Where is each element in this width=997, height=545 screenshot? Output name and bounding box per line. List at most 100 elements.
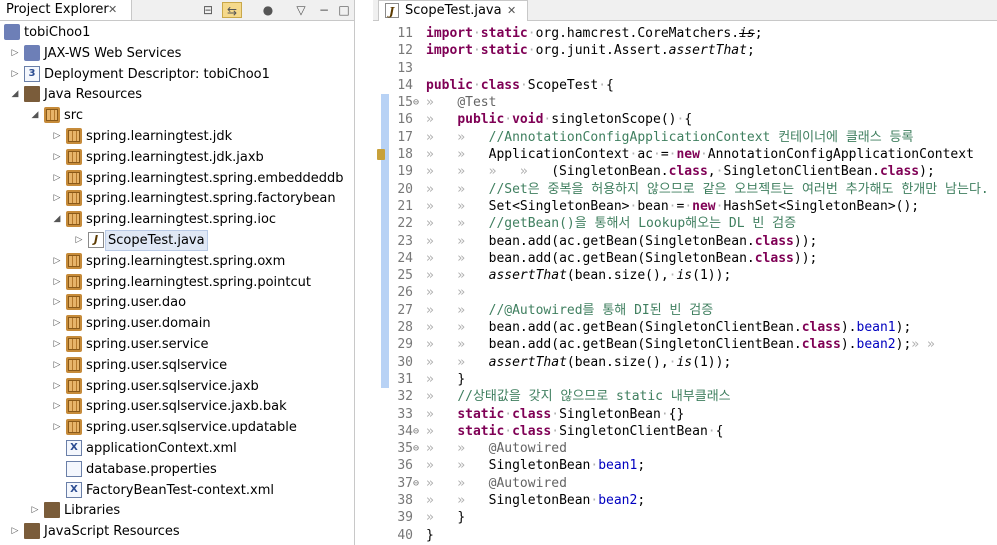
code-line: 24 » » bean.add(ac.getBean(SingletonBean.… [373,249,997,268]
line-number: 23 [397,233,413,249]
tree-item-label: spring.user.service [86,336,209,352]
tree-item[interactable]: ▷ spring.user.dao [0,292,354,313]
expand-icon[interactable]: ▷ [74,230,84,251]
tree-item-label: ScopeTest.java [105,229,208,251]
tree-item[interactable]: ▷ Libraries [0,500,354,521]
expand-icon[interactable]: ▷ [52,376,62,397]
expand-icon[interactable]: ▷ [52,188,62,209]
pkg-icon [66,273,82,290]
expand-icon[interactable]: ▷ [10,43,20,64]
tree-item[interactable]: XapplicationContext.xml [0,438,354,459]
collapse-all-icon[interactable]: ⊟ [200,2,216,18]
tree-item[interactable]: ▷ spring.user.sqlservice [0,355,354,376]
expand-icon[interactable]: ▷ [52,168,62,189]
tree-item[interactable]: ▷ spring.user.sqlservice.jaxb.bak [0,396,354,417]
pkg-icon [66,294,82,311]
tab-scopetest-java[interactable]: J ScopeTest.java ✕ [378,0,528,21]
line-number: 12 [397,43,413,59]
line-number: 28 [397,320,413,336]
code-line: 13 [373,60,997,77]
expand-icon[interactable]: ▷ [10,64,20,85]
collapse-icon[interactable]: ◢ [52,209,62,230]
project-icon [4,24,20,40]
tab-project-explorer[interactable]: Project Explorer ✕ [0,0,132,20]
expand-icon[interactable]: ▷ [52,417,62,438]
tree-item[interactable]: ▷ spring.learningtest.spring.factorybean [0,188,354,209]
code-text: » } [426,371,466,387]
tree-item[interactable]: ◢ Java Resources [0,84,354,105]
expand-icon[interactable]: ▷ [52,292,62,313]
code-area[interactable]: 11 import·static·org.hamcrest.CoreMatcher… [373,25,997,544]
expand-icon[interactable]: ▷ [10,521,20,542]
fold-toggle-icon[interactable]: ⊖ [413,440,419,457]
tree-item[interactable]: tobiChoo1 [0,22,354,43]
tree-item[interactable]: ▷ spring.learningtest.spring.pointcut [0,272,354,293]
minimize-icon[interactable]: − [318,2,330,18]
tree-item[interactable]: ▷ JAX-WS Web Services [0,43,354,64]
code-line: 33 » static·class·SingletonBean·{} [373,406,997,423]
close-icon[interactable]: ✕ [108,0,117,20]
link-editor-icon[interactable]: ⇆ [222,2,242,18]
code-line: 26 » » [373,284,997,302]
fold-toggle-icon[interactable]: ⊖ [413,94,419,111]
tree-item-label: JAX-WS Web Services [44,45,182,61]
line-number: 11 [397,26,413,41]
code-text: » » bean.add(ac.getBean(SingletonBean.cl… [426,233,818,249]
tree-item-label: tobiChoo1 [24,25,91,40]
tree-item[interactable]: ▷ spring.user.domain [0,313,354,334]
code-text: » » //getBean()을 통해서 Lookup해오는 DL 빈 검증 [426,216,797,232]
expand-icon[interactable]: ▷ [52,334,62,355]
tree-item[interactable]: ▷ spring.user.sqlservice.jaxb [0,376,354,397]
maximize-icon[interactable]: □ [338,2,350,18]
code-line: 31 » } [373,370,997,389]
expand-icon[interactable]: ▷ [30,500,40,521]
code-text: » static·class·SingletonClientBean·{ [426,423,724,439]
code-text: » @Test [426,95,497,111]
tree-item[interactable]: ▷ spring.learningtest.spring.oxm [0,251,354,272]
expand-icon[interactable]: ▷ [52,313,62,334]
close-icon[interactable]: ✕ [507,1,516,21]
tree-item[interactable]: ▷ spring.learningtest.jdk [0,126,354,147]
line-number: 15 [397,95,413,111]
code-line: 27 » » //@Autowired를 통해 DI된 빈 검증 [373,301,997,320]
tree-item[interactable]: ▷ JavaScript Resources [0,521,354,542]
tree-item[interactable]: ▷ spring.learningtest.jdk.jaxb [0,147,354,168]
expand-icon[interactable]: ▷ [52,355,62,376]
tree-item[interactable]: ▷ 3 Deployment Descriptor: tobiChoo1 [0,64,354,85]
expand-icon[interactable]: ▷ [52,251,62,272]
focus-icon[interactable]: ● [260,2,276,18]
expand-icon[interactable]: ▷ [52,126,62,147]
tree-item-label: spring.learningtest.jdk.jaxb [86,149,264,165]
pkg-icon [66,252,82,269]
tree-item[interactable]: ◢ spring.learningtest.spring.ioc [0,209,354,230]
tree-item[interactable]: ▷ spring.learningtest.spring.embeddeddb [0,168,354,189]
tree-item[interactable]: ▷ spring.user.service [0,334,354,355]
view-menu-icon[interactable]: ▽ [295,2,307,18]
code-text: » » @Autowired [426,475,567,491]
line-number: 25 [397,268,413,284]
line-number: 37 [397,475,413,491]
tree-item[interactable]: database.properties [0,459,354,480]
tree-item-label: src [64,108,83,124]
expand-icon[interactable]: ▷ [52,396,62,417]
collapse-icon[interactable]: ◢ [30,105,40,126]
line-number: 17 [397,129,413,145]
tree-item[interactable]: ▷ J ScopeTest.java [0,229,354,251]
collapse-icon[interactable]: ◢ [10,84,20,105]
tree-item[interactable]: ▷ spring.user.sqlservice.updatable [0,417,354,438]
expand-icon[interactable]: ▷ [52,272,62,293]
fold-toggle-icon[interactable]: ⊖ [413,475,419,492]
jr-icon [24,86,40,103]
ws-icon [24,44,40,61]
line-number: 32 [397,389,413,405]
code-text: » » //Set은 중복을 허용하지 않으므로 같은 오브젝트는 여러번 추가… [426,181,989,197]
fold-toggle-icon[interactable]: ⊖ [413,423,419,440]
pkg-icon [66,356,82,373]
tree-item-label: spring.learningtest.spring.pointcut [86,274,311,290]
code-line: 38 » » SingletonBean·bean2; [373,492,997,509]
java-icon: J [88,231,104,248]
expand-icon[interactable]: ▷ [52,147,62,168]
tree-item[interactable]: X FactoryBeanTest-context.xml [0,480,354,501]
tree-item[interactable]: ◢ src [0,105,354,126]
code-text: » » bean.add(ac.getBean(SingletonClientB… [426,320,912,336]
